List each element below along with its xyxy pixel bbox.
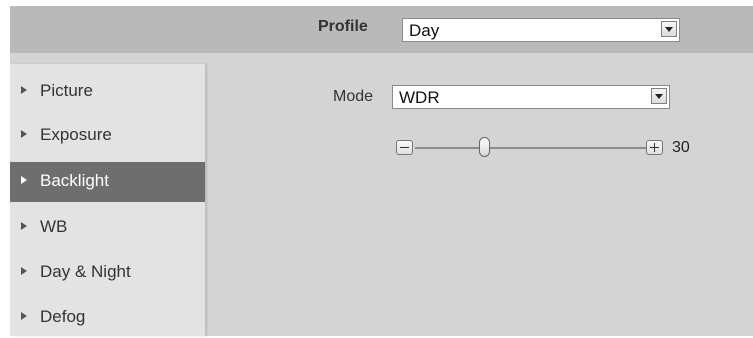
triangle-right-icon [21,312,27,320]
profile-value: Day [409,21,440,40]
sidebar-item-label: Backlight [40,171,109,190]
settings-panel: Profile Day Picture Exposure Backlight W… [10,6,753,336]
minus-icon[interactable] [396,140,413,155]
triangle-right-icon [21,130,27,138]
sidebar-item-defog[interactable]: Defog [10,298,205,338]
profile-header: Profile Day [10,6,753,53]
sidebar-item-label: Defog [40,307,86,326]
slider-track[interactable] [415,147,646,149]
sidebar: Picture Exposure Backlight WB Day & Nigh… [10,64,205,336]
sidebar-item-label: Exposure [40,125,112,144]
slider-thumb[interactable] [478,137,490,157]
plus-icon[interactable] [646,140,663,155]
triangle-right-icon [21,86,27,94]
chevron-down-icon[interactable] [661,21,677,37]
mode-value: WDR [399,88,440,107]
mode-select[interactable]: WDR [392,85,670,109]
sidebar-item-label: Day & Night [40,262,131,281]
slider-value: 30 [672,139,690,156]
sidebar-item-picture[interactable]: Picture [10,72,205,112]
sidebar-item-label: WB [40,217,68,236]
profile-label: Profile [318,18,368,35]
triangle-right-icon [21,176,27,184]
sidebar-item-wb[interactable]: WB [10,208,205,248]
sidebar-item-backlight[interactable]: Backlight [10,162,205,202]
backlight-slider[interactable]: 30 [396,136,716,160]
sidebar-item-exposure[interactable]: Exposure [10,116,205,156]
mode-label: Mode [333,88,374,105]
triangle-right-icon [21,267,27,275]
sidebar-item-day-night[interactable]: Day & Night [10,253,205,293]
profile-select[interactable]: Day [402,18,680,42]
sidebar-item-label: Picture [40,81,93,100]
chevron-down-icon[interactable] [651,88,667,104]
triangle-right-icon [21,222,27,230]
